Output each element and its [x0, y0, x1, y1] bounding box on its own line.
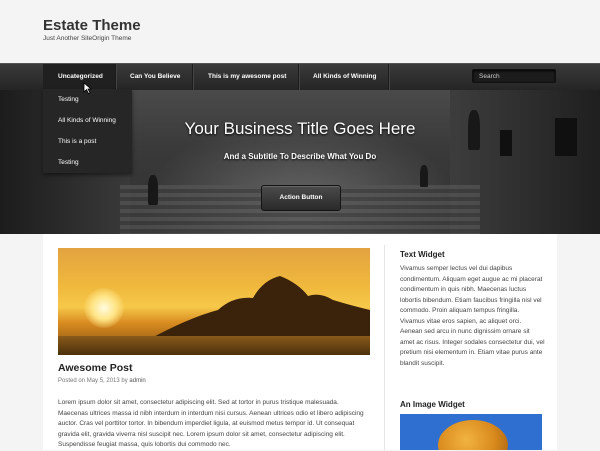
dropdown-item-all-kinds-of-winning[interactable]: All Kinds of Winning — [58, 117, 116, 124]
site-tagline: Just Another SiteOrigin Theme — [43, 35, 132, 42]
nav-divider — [388, 64, 390, 90]
post-excerpt: Lorem ipsum dolor sit amet, consectetur … — [58, 399, 364, 448]
dropdown-item-this-is-a-post[interactable]: This is a post — [58, 138, 96, 145]
nav-dropdown-menu: Testing All Kinds of Winning This is a p… — [43, 89, 132, 173]
post-meta-prefix: Posted on — [58, 378, 86, 384]
sidebar-divider — [384, 245, 385, 450]
action-button[interactable]: Action Button — [261, 185, 341, 211]
nav-divider — [298, 64, 300, 90]
site-header: Estate Theme Just Another SiteOrigin The… — [0, 0, 600, 63]
nav-divider — [192, 64, 194, 90]
nav-item-uncategorized[interactable]: Uncategorized — [43, 64, 115, 90]
post-date[interactable]: May 5, 2013 — [87, 378, 120, 384]
image-widget-image[interactable] — [400, 414, 542, 450]
hero-figure — [420, 165, 428, 187]
site-title[interactable]: Estate Theme — [43, 17, 141, 34]
hero-figure — [148, 175, 158, 205]
search-input[interactable]: Search — [472, 69, 556, 83]
dropdown-item-testing-2[interactable]: Testing — [58, 159, 79, 166]
nav-item-can-you-believe[interactable]: Can You Believe — [130, 64, 180, 90]
post-meta-by: by — [121, 378, 128, 384]
mouse-cursor-icon — [83, 82, 92, 94]
nav-item-all-kinds-of-winning[interactable]: All Kinds of Winning — [313, 64, 377, 90]
post-title[interactable]: Awesome Post — [58, 362, 133, 374]
text-widget-title: Text Widget — [400, 250, 445, 259]
post-meta: Posted on May 5, 2013 by admin — [58, 378, 146, 384]
text-widget-body: Vivamus semper lectus vel dui dapibus co… — [400, 265, 545, 367]
dropdown-item-testing[interactable]: Testing — [58, 96, 79, 103]
nav-item-awesome-post[interactable]: This is my awesome post — [208, 64, 286, 90]
image-widget-title: An Image Widget — [400, 400, 465, 409]
nav-divider — [115, 64, 117, 90]
beach-shore — [58, 336, 370, 355]
post-featured-image[interactable] — [58, 248, 370, 355]
post-author[interactable]: admin — [129, 378, 145, 384]
tree-shape — [438, 420, 508, 450]
